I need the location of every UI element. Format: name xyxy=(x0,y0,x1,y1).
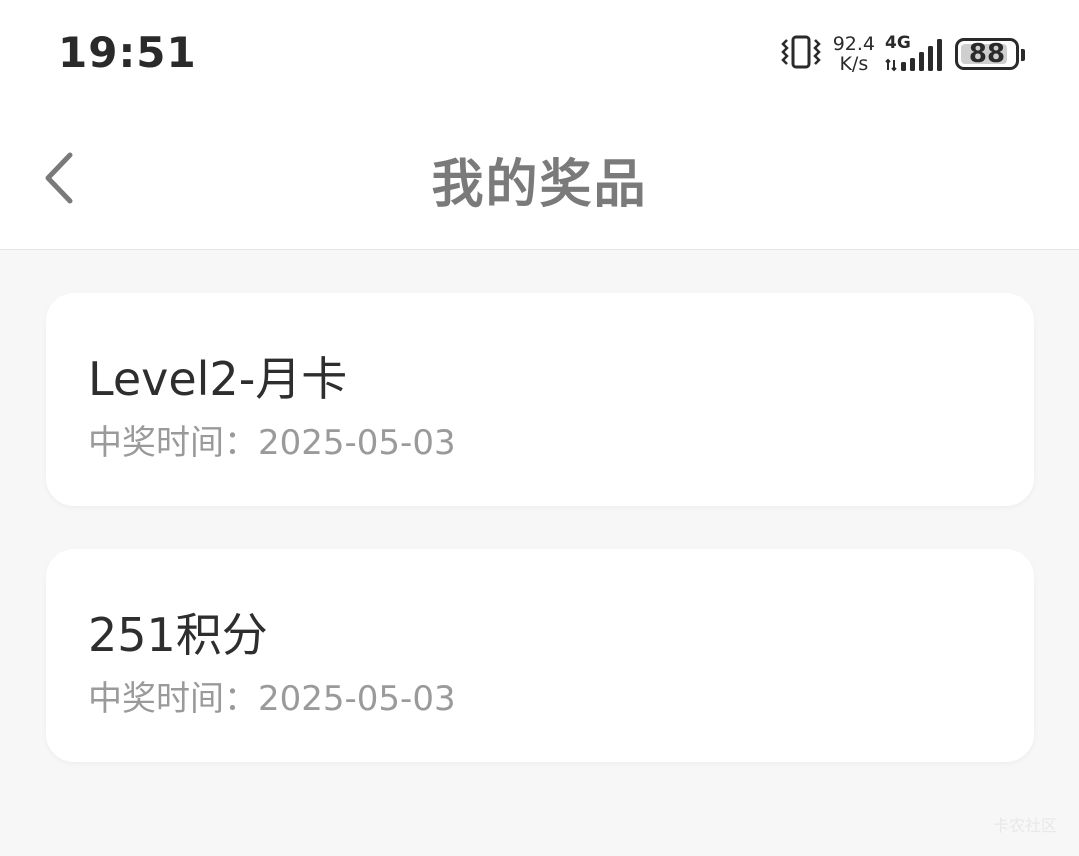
watermark: 卡农社区 xyxy=(992,816,1057,835)
prize-card[interactable]: 251积分 中奖时间：2025-05-03 xyxy=(46,549,1034,762)
net-speed-value: 92.4 xyxy=(832,33,875,55)
status-time: 19:51 xyxy=(58,28,197,77)
battery-icon: 88 xyxy=(955,38,1025,70)
battery-tip xyxy=(1021,49,1025,61)
status-bar: 19:51 92.4 K/s 4G 88 xyxy=(0,0,1079,110)
prize-list: Level2-月卡 中奖时间：2025-05-03 251积分 中奖时间：202… xyxy=(46,293,1034,805)
net-speed: 92.4 K/s xyxy=(833,34,875,74)
battery-level: 88 xyxy=(968,39,1006,69)
prize-name: 251积分 xyxy=(88,608,268,662)
prize-card[interactable]: Level2-月卡 中奖时间：2025-05-03 xyxy=(46,293,1034,506)
prize-win-time: 中奖时间：2025-05-03 xyxy=(88,423,456,463)
page-title: 我的奖品 xyxy=(431,155,648,215)
status-icons: 92.4 K/s 4G 88 xyxy=(779,32,1025,76)
network-indicator: 4G xyxy=(885,34,945,74)
nav-header: 我的奖品 xyxy=(0,110,1079,250)
net-speed-unit: K/s xyxy=(839,53,869,75)
prize-win-time: 中奖时间：2025-05-03 xyxy=(88,679,456,719)
prize-name: Level2-月卡 xyxy=(88,352,348,406)
signal-icon xyxy=(885,34,947,78)
vibrate-icon xyxy=(779,34,823,74)
